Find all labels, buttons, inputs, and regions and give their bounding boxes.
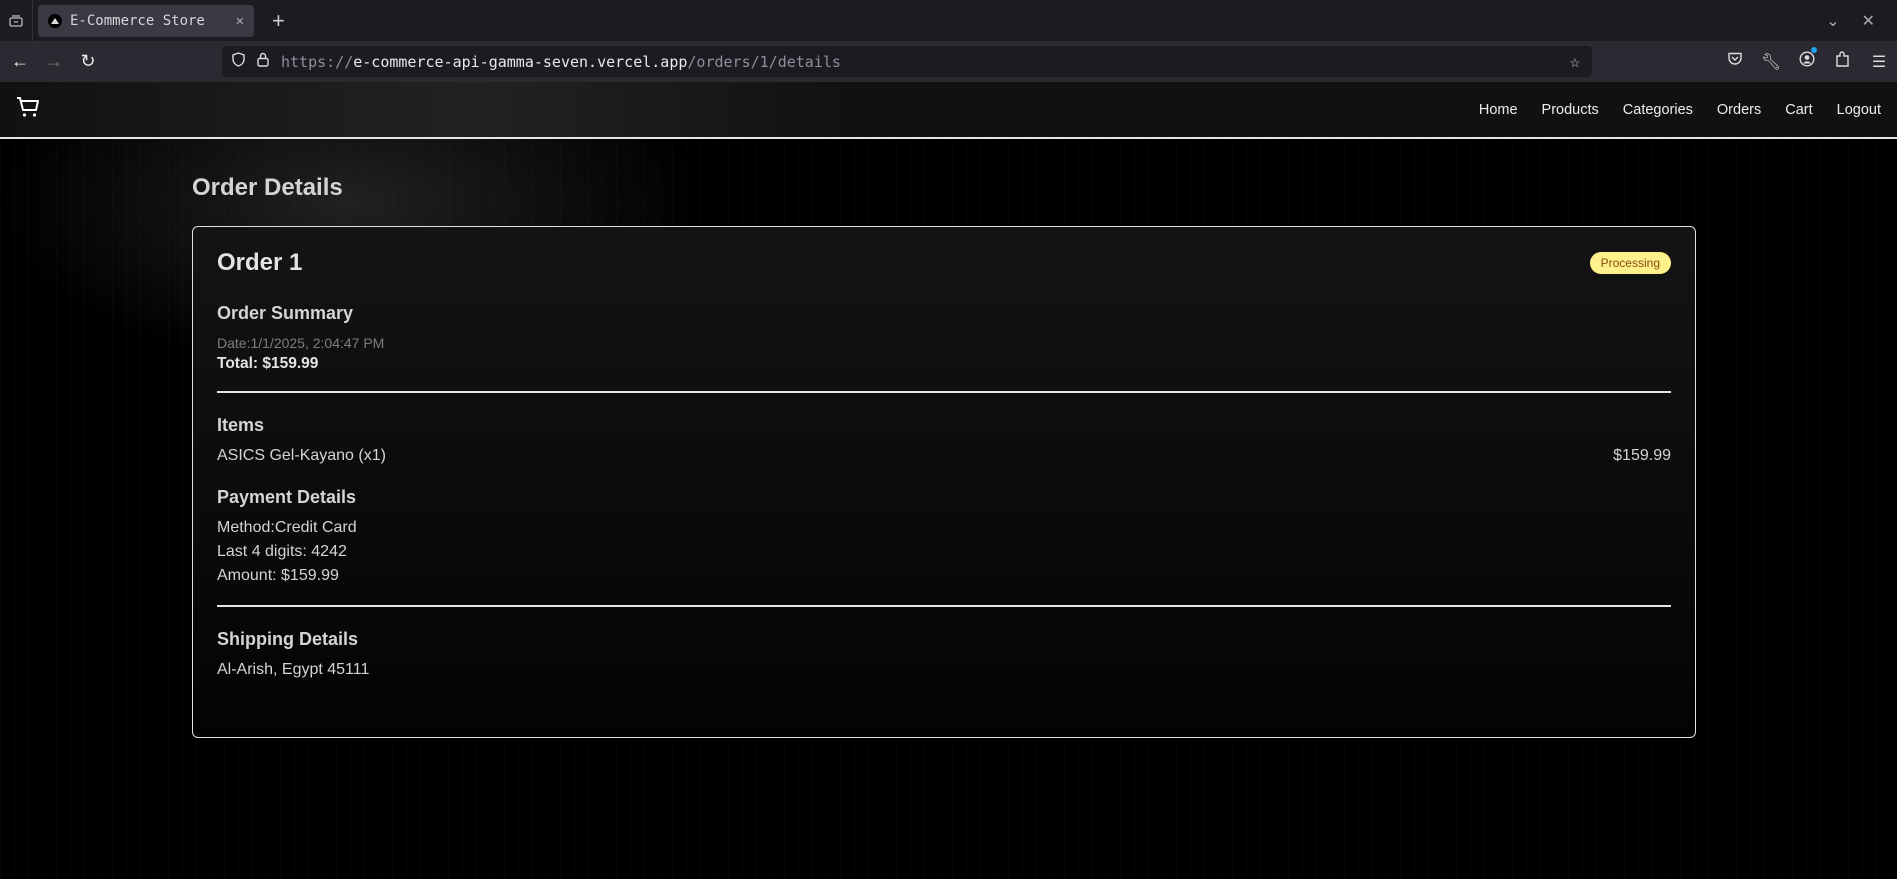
bookmark-star-icon[interactable]: ☆	[1570, 52, 1580, 72]
shipping-address: Al-Arish, Egypt 45111	[217, 661, 370, 678]
url-host: e-commerce-api-gamma-seven.vercel.app	[353, 52, 688, 71]
main-menu: Home Products Categories Orders Cart Log…	[1455, 102, 1881, 118]
list-all-tabs-icon[interactable]: ⌄	[1826, 11, 1839, 31]
nav-categories[interactable]: Categories	[1623, 102, 1693, 118]
wrench-icon[interactable]: 🔧︎	[1753, 52, 1789, 72]
nav-cart[interactable]: Cart	[1785, 102, 1812, 118]
tab-list-button[interactable]	[0, 0, 33, 41]
new-tab-icon[interactable]: +	[272, 8, 285, 34]
notification-dot	[1811, 47, 1817, 53]
site-navbar: Home Products Categories Orders Cart Log…	[0, 82, 1897, 139]
items-heading: Items	[217, 415, 265, 435]
pocket-icon[interactable]	[1717, 52, 1753, 71]
item-price: $159.99	[1613, 447, 1671, 464]
lock-icon[interactable]	[257, 52, 269, 71]
order-card: Order 1 Processing Order Summary Date:1/…	[192, 226, 1696, 738]
account-icon[interactable]	[1789, 47, 1825, 72]
browser-tab[interactable]: E-Commerce Store ✕	[38, 4, 254, 37]
forward-icon[interactable]: →	[40, 51, 68, 72]
main-content: Order Details Order 1 Processing Order S…	[192, 174, 1696, 738]
divider	[217, 391, 1671, 393]
order-date: Date:1/1/2025, 2:04:47 PM	[217, 335, 385, 351]
divider	[217, 605, 1671, 607]
extensions-icon[interactable]	[1825, 51, 1861, 72]
tab-title: E-Commerce Store	[70, 12, 205, 29]
payment-method: Method:Credit Card	[217, 519, 357, 536]
cart-logo-icon[interactable]	[16, 96, 40, 123]
url-path: /orders/1/details	[687, 52, 841, 71]
list-item: ASICS Gel-Kayano (x1) $159.99	[217, 447, 1671, 465]
nav-products[interactable]: Products	[1542, 102, 1599, 118]
url-scheme: https://	[281, 52, 354, 71]
tab-list-icon	[9, 15, 23, 27]
nav-home[interactable]: Home	[1479, 102, 1518, 118]
browser-toolbar: ← → ↻ https://e-commerce-api-gamma-seven…	[0, 41, 1897, 82]
payment-amount: Amount: $159.99	[217, 567, 339, 584]
shield-icon[interactable]	[232, 52, 245, 71]
payment-last4: Last 4 digits: 4242	[217, 543, 347, 560]
status-badge: Processing	[1589, 252, 1671, 274]
back-icon[interactable]: ←	[6, 51, 34, 72]
browser-tab-bar: E-Commerce Store ✕ + ⌄ ✕	[0, 0, 1897, 41]
url-bar[interactable]: https://e-commerce-api-gamma-seven.verce…	[222, 46, 1592, 77]
site-favicon-icon	[48, 13, 62, 28]
order-total: Total: $159.99	[217, 355, 319, 372]
menu-icon[interactable]: ☰	[1861, 52, 1897, 72]
order-title: Order 1	[217, 249, 303, 276]
page-title: Order Details	[192, 174, 343, 201]
nav-logout[interactable]: Logout	[1837, 102, 1881, 118]
reload-icon[interactable]: ↻	[74, 51, 102, 72]
item-name: ASICS Gel-Kayano (x1)	[217, 447, 386, 464]
payment-heading: Payment Details	[217, 487, 357, 507]
shipping-heading: Shipping Details	[217, 629, 359, 649]
order-summary-heading: Order Summary	[217, 303, 354, 323]
page-viewport: Home Products Categories Orders Cart Log…	[0, 82, 1897, 879]
close-tab-icon[interactable]: ✕	[236, 13, 244, 29]
nav-orders[interactable]: Orders	[1717, 102, 1761, 118]
close-window-icon[interactable]: ✕	[1862, 11, 1875, 31]
